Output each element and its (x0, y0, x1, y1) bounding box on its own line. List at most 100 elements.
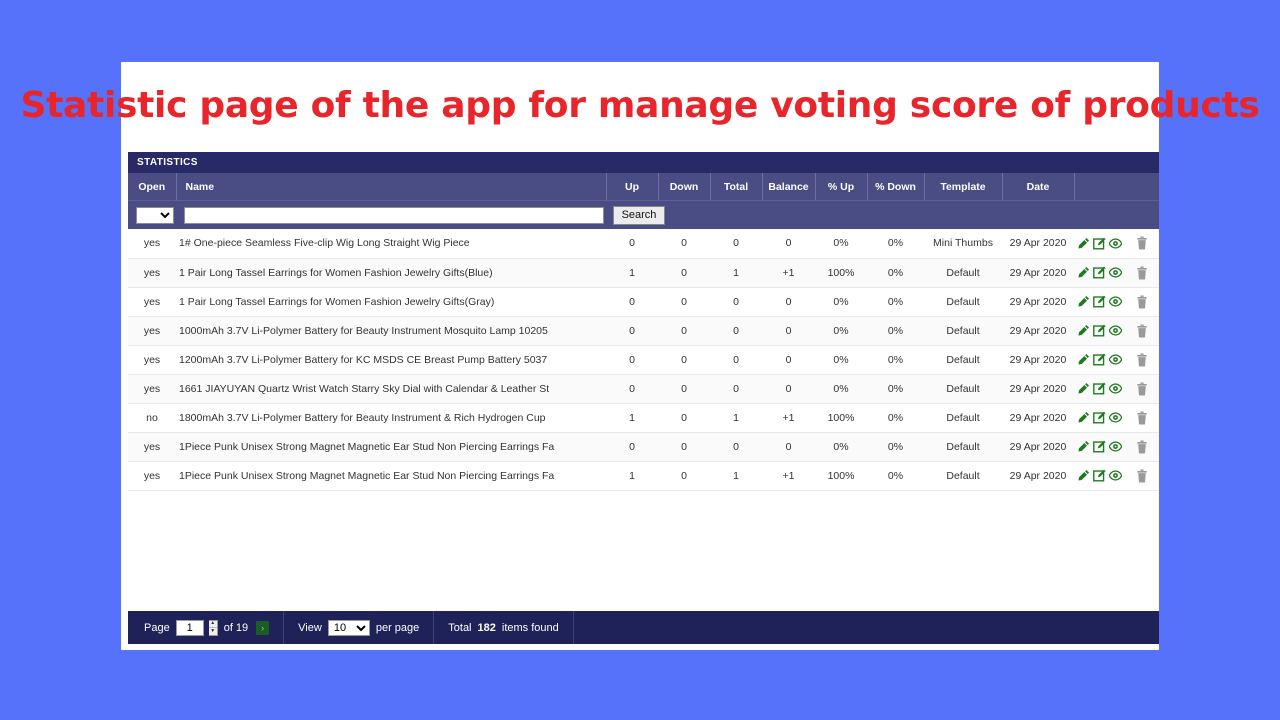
cell-actions (1074, 345, 1159, 375)
edit-square-icon[interactable] (1093, 324, 1106, 337)
total-items-status: Total 182 items found (434, 611, 574, 644)
column-header-pct-down[interactable]: % Down (867, 173, 925, 200)
edit-pencil-icon[interactable] (1077, 237, 1090, 250)
preview-eye-icon[interactable] (1109, 237, 1122, 250)
edit-square-icon[interactable] (1093, 266, 1106, 279)
per-page-selector: View 10 per page (284, 611, 435, 644)
edit-square-icon[interactable] (1093, 353, 1106, 366)
edit-square-icon[interactable] (1093, 440, 1106, 453)
search-button[interactable]: Search (613, 205, 665, 225)
page-number-input[interactable] (175, 619, 204, 636)
edit-pencil-icon[interactable] (1077, 469, 1090, 482)
preview-eye-icon[interactable] (1109, 411, 1122, 424)
edit-square-icon[interactable] (1093, 411, 1106, 424)
column-header-balance[interactable]: Balance (762, 173, 816, 200)
page-navigator: Page ▲▼ of 19 › (128, 611, 285, 644)
delete-trash-icon[interactable] (1136, 352, 1148, 367)
cell-open: yes (128, 287, 176, 317)
table-row[interactable]: no 1800mAh 3.7V Li-Polymer Battery for Be… (128, 403, 1159, 433)
table-row[interactable]: yes 1 Pair Long Tassel Earrings for Women… (128, 258, 1159, 288)
preview-eye-icon[interactable] (1109, 295, 1122, 308)
page-title: Statistic page of the app for manage vot… (20, 84, 1260, 126)
edit-square-icon[interactable] (1093, 469, 1106, 482)
preview-eye-icon[interactable] (1109, 353, 1122, 366)
page-spinner[interactable]: ▲ ▼ (208, 619, 218, 636)
delete-trash-icon[interactable] (1136, 381, 1148, 396)
column-header-down[interactable]: Down (658, 173, 711, 200)
search-toolbar: Search (128, 200, 1159, 229)
delete-trash-icon[interactable] (1136, 294, 1148, 309)
delete-trash-icon[interactable] (1136, 410, 1148, 425)
edit-pencil-icon[interactable] (1077, 440, 1090, 453)
slide-canvas: Statistic page of the app for manage vot… (21, 62, 1260, 650)
cell-total: 1 (710, 403, 762, 433)
table-row[interactable]: yes 1661 JIAYUYAN Quartz Wrist Watch Star… (128, 374, 1159, 404)
cell-template: Default (924, 403, 1002, 433)
total-prefix-label: Total (448, 621, 472, 634)
cell-total: 0 (710, 316, 762, 346)
table-row[interactable]: yes 1# One-piece Seamless Five-clip Wig L… (128, 229, 1159, 259)
delete-trash-icon[interactable] (1136, 468, 1148, 483)
next-page-button[interactable]: › (256, 620, 270, 635)
delete-trash-icon[interactable] (1136, 439, 1148, 454)
column-header-pct-up[interactable]: % Up (815, 173, 868, 200)
cell-up: 0 (606, 287, 658, 317)
delete-trash-icon[interactable] (1136, 236, 1148, 250)
edit-pencil-icon[interactable] (1077, 353, 1090, 366)
search-input[interactable] (184, 206, 604, 224)
column-header-open[interactable]: Open (128, 173, 177, 200)
page-label: Page (144, 621, 170, 634)
footer-filler (574, 611, 1159, 644)
column-header-up[interactable]: Up (606, 173, 659, 200)
per-page-select[interactable]: 10 (327, 619, 370, 636)
edit-pencil-icon[interactable] (1077, 382, 1090, 395)
cell-pct-down: 0% (867, 403, 924, 433)
cell-pct-up: 100% (815, 461, 867, 491)
preview-eye-icon[interactable] (1109, 382, 1122, 395)
edit-pencil-icon[interactable] (1077, 266, 1090, 279)
table-row[interactable]: yes 1Piece Punk Unisex Strong Magnet Magn… (128, 461, 1159, 491)
edit-square-icon[interactable] (1093, 295, 1106, 308)
delete-trash-icon[interactable] (1136, 323, 1148, 338)
delete-trash-icon[interactable] (1136, 265, 1148, 280)
preview-eye-icon[interactable] (1109, 469, 1122, 482)
cell-template: Default (924, 258, 1002, 288)
table-row[interactable]: yes 1 Pair Long Tassel Earrings for Women… (128, 287, 1159, 317)
cell-date: 29 Apr 2020 (1002, 229, 1074, 259)
total-suffix-label: items found (501, 621, 559, 634)
edit-pencil-icon[interactable] (1077, 411, 1090, 424)
edit-pencil-icon[interactable] (1077, 295, 1090, 308)
cell-pct-up: 100% (815, 403, 867, 433)
cell-pct-down: 0% (867, 345, 924, 375)
cell-actions (1074, 229, 1159, 259)
cell-down: 0 (658, 229, 710, 259)
spinner-down-icon[interactable]: ▼ (209, 628, 217, 635)
table-row[interactable]: yes 1Piece Punk Unisex Strong Magnet Magn… (128, 432, 1159, 462)
preview-eye-icon[interactable] (1109, 324, 1122, 337)
cell-up: 0 (606, 432, 658, 462)
column-header-name[interactable]: Name (176, 173, 607, 200)
cell-down: 0 (658, 258, 710, 288)
edit-pencil-icon[interactable] (1077, 324, 1090, 337)
cell-balance: 0 (762, 374, 815, 404)
cell-date: 29 Apr 2020 (1002, 316, 1074, 346)
cell-date: 29 Apr 2020 (1002, 258, 1074, 288)
edit-square-icon[interactable] (1093, 382, 1106, 395)
cell-total: 0 (710, 374, 762, 404)
page-count-label: of 19 (223, 621, 249, 634)
cell-actions (1074, 287, 1159, 317)
cell-pct-up: 0% (815, 432, 867, 462)
edit-square-icon[interactable] (1093, 237, 1106, 250)
cell-name: 1# One-piece Seamless Five-clip Wig Long… (176, 229, 606, 259)
column-header-template[interactable]: Template (924, 173, 1003, 200)
table-row[interactable]: yes 1000mAh 3.7V Li-Polymer Battery for B… (128, 316, 1159, 346)
preview-eye-icon[interactable] (1109, 440, 1122, 453)
cell-pct-down: 0% (867, 316, 924, 346)
column-header-date[interactable]: Date (1002, 173, 1075, 200)
column-header-total[interactable]: Total (710, 173, 763, 200)
search-field-select[interactable] (136, 206, 174, 224)
table-row[interactable]: yes 1200mAh 3.7V Li-Polymer Battery for K… (128, 345, 1159, 375)
spinner-up-icon[interactable]: ▲ (208, 621, 217, 628)
cell-up: 1 (606, 258, 658, 288)
preview-eye-icon[interactable] (1109, 266, 1122, 279)
